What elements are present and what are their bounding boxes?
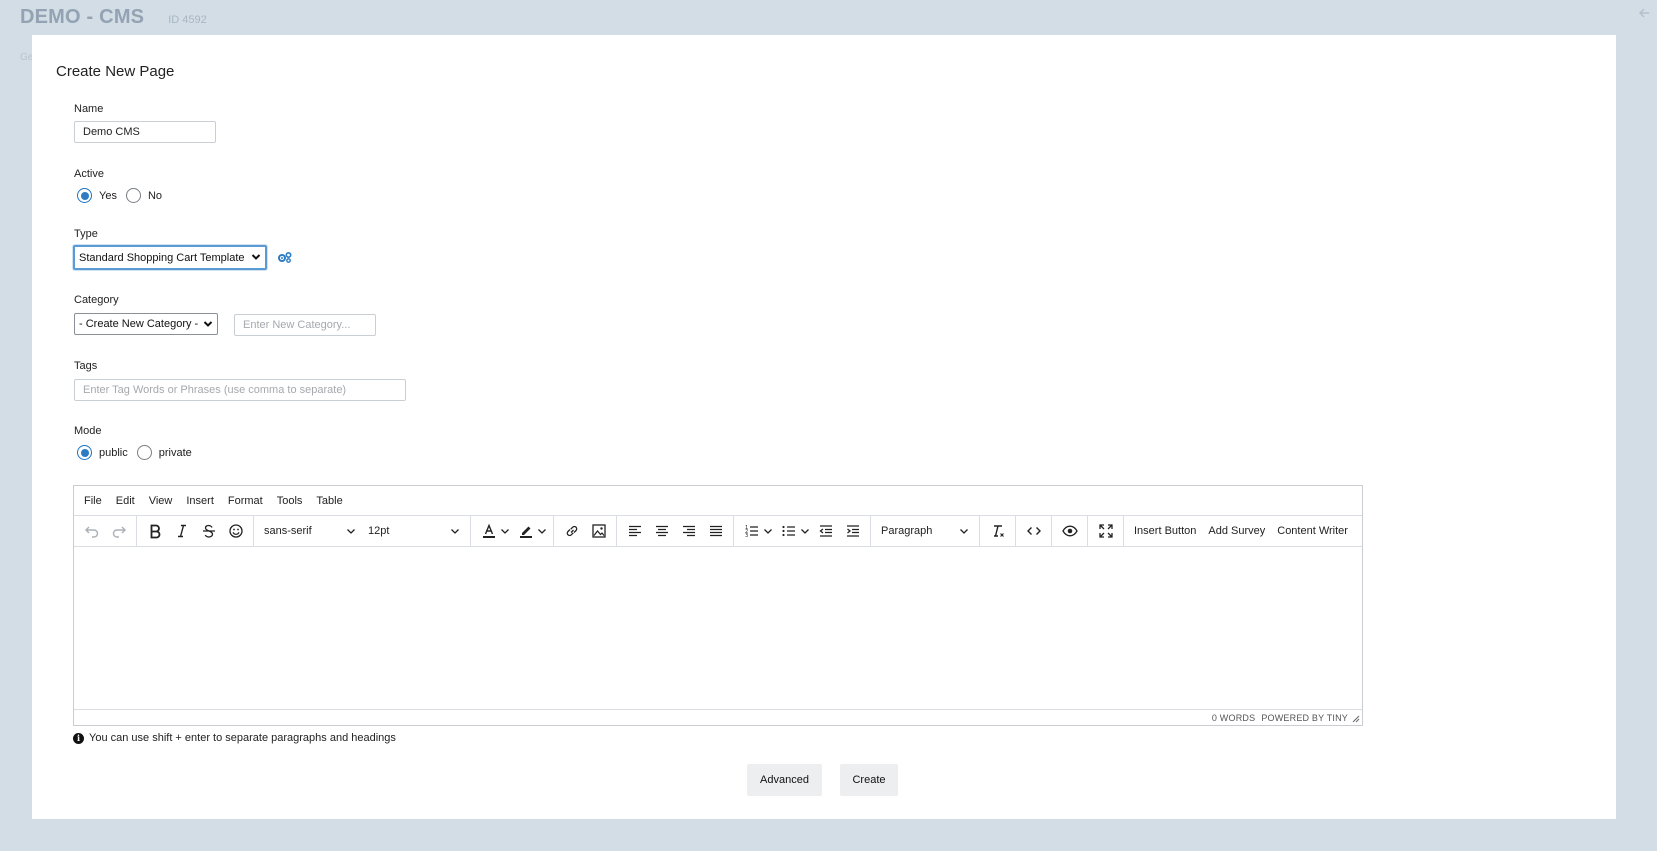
chevron-down-icon[interactable] xyxy=(537,526,547,536)
chevron-down-icon[interactable] xyxy=(800,526,810,536)
bullet-list-icon[interactable] xyxy=(775,519,802,543)
chevron-down-icon xyxy=(347,529,355,534)
active-no-label: No xyxy=(147,189,163,202)
insert-button-tool[interactable]: Insert Button xyxy=(1128,525,1202,537)
italic-icon[interactable] xyxy=(168,519,195,543)
add-survey-tool[interactable]: Add Survey xyxy=(1202,525,1271,537)
tags-label: Tags xyxy=(74,360,98,372)
type-label: Type xyxy=(74,228,98,240)
hint-text: You can use shift + enter to separate pa… xyxy=(89,732,396,744)
menu-insert[interactable]: Insert xyxy=(186,495,214,507)
text-color-icon[interactable] xyxy=(475,519,502,543)
name-input[interactable] xyxy=(74,121,216,143)
link-icon[interactable] xyxy=(558,519,585,543)
back-arrow-icon[interactable] xyxy=(1637,6,1651,20)
fullscreen-icon[interactable] xyxy=(1092,519,1119,543)
name-label: Name xyxy=(74,103,104,115)
editor-hint: i You can use shift + enter to separate … xyxy=(73,732,396,744)
category-select[interactable]: - Create New Category - xyxy=(74,313,218,335)
undo-icon[interactable] xyxy=(78,519,105,543)
chevron-down-icon[interactable] xyxy=(763,526,773,536)
mode-radio-group: public private xyxy=(77,445,201,460)
app-header: DEMO - CMS ID 4592 xyxy=(0,0,1657,34)
powered-by-tiny-link[interactable]: POWERED BY TINY xyxy=(1261,713,1348,723)
font-size-select[interactable]: 12pt xyxy=(362,519,466,543)
mode-private-radio[interactable] xyxy=(136,445,152,460)
app-title: DEMO - CMS xyxy=(20,5,145,28)
mode-public-label: public xyxy=(99,446,128,459)
highlight-color-split-button[interactable] xyxy=(512,519,549,543)
source-code-icon[interactable] xyxy=(1020,519,1047,543)
font-family-select[interactable]: sans-serif xyxy=(258,519,362,543)
word-count[interactable]: 0 WORDS xyxy=(1212,713,1255,723)
align-justify-icon[interactable] xyxy=(702,519,729,543)
chevron-down-icon xyxy=(451,529,459,534)
editor-content-area[interactable] xyxy=(74,547,1362,709)
numbered-list-split-button[interactable]: 123 xyxy=(738,519,775,543)
block-format-select[interactable]: Paragraph xyxy=(875,519,975,543)
align-left-icon[interactable] xyxy=(621,519,648,543)
clear-formatting-icon[interactable] xyxy=(984,519,1011,543)
chevron-down-icon xyxy=(251,254,261,260)
menu-tools[interactable]: Tools xyxy=(277,495,303,507)
mode-public-radio[interactable] xyxy=(77,445,92,460)
text-color-split-button[interactable] xyxy=(475,519,512,543)
bold-icon[interactable] xyxy=(141,519,168,543)
resize-handle-icon[interactable] xyxy=(1351,714,1360,723)
block-format-value: Paragraph xyxy=(881,525,933,537)
redo-icon[interactable] xyxy=(105,519,132,543)
gears-icon[interactable] xyxy=(277,251,293,263)
tags-input[interactable] xyxy=(74,379,406,401)
menu-edit[interactable]: Edit xyxy=(116,495,135,507)
create-button[interactable]: Create xyxy=(840,764,898,796)
numbered-list-icon[interactable]: 123 xyxy=(738,519,765,543)
editor-menubar: File Edit View Insert Format Tools Table xyxy=(74,486,1362,516)
menu-view[interactable]: View xyxy=(149,495,173,507)
active-yes-label: Yes xyxy=(99,189,117,202)
strikethrough-icon[interactable] xyxy=(195,519,222,543)
indent-icon[interactable] xyxy=(839,519,866,543)
active-yes-radio[interactable] xyxy=(77,188,92,203)
category-label: Category xyxy=(74,294,119,306)
editor-statusbar: 0 WORDS POWERED BY TINY xyxy=(74,709,1362,725)
content-writer-tool[interactable]: Content Writer xyxy=(1271,525,1354,537)
menu-file[interactable]: File xyxy=(84,495,102,507)
align-right-icon[interactable] xyxy=(675,519,702,543)
rich-text-editor: File Edit View Insert Format Tools Table… xyxy=(73,485,1363,726)
bullet-list-split-button[interactable] xyxy=(775,519,812,543)
highlighter-icon[interactable] xyxy=(512,519,539,543)
image-icon[interactable] xyxy=(585,519,612,543)
modal-title: Create New Page xyxy=(56,63,175,80)
type-select[interactable]: Standard Shopping Cart Template xyxy=(73,245,267,270)
outdent-icon[interactable] xyxy=(812,519,839,543)
menu-format[interactable]: Format xyxy=(228,495,263,507)
preview-eye-icon[interactable] xyxy=(1056,519,1083,543)
font-size-value: 12pt xyxy=(368,525,390,537)
emoji-icon[interactable] xyxy=(222,519,249,543)
info-icon: i xyxy=(73,732,84,744)
font-family-value: sans-serif xyxy=(264,525,312,537)
align-center-icon[interactable] xyxy=(648,519,675,543)
new-category-input[interactable] xyxy=(234,314,376,336)
advanced-button[interactable]: Advanced xyxy=(747,764,822,796)
active-no-radio[interactable] xyxy=(125,188,141,203)
svg-text:3: 3 xyxy=(745,533,748,539)
app-id: ID 4592 xyxy=(168,14,207,26)
mode-label: Mode xyxy=(74,425,102,437)
active-label: Active xyxy=(74,168,104,180)
chevron-down-icon[interactable] xyxy=(500,526,510,536)
chevron-down-icon xyxy=(960,529,968,534)
create-page-modal: Create New Page Name Active Yes No Type … xyxy=(32,35,1616,819)
mode-private-label: private xyxy=(158,446,192,459)
chevron-down-icon xyxy=(203,321,213,327)
type-select-value: Standard Shopping Cart Template xyxy=(79,251,245,264)
editor-toolbar: sans-serif 12pt 1 2 3 Paragraph Insert B… xyxy=(74,515,1362,547)
active-radio-group: Yes No xyxy=(77,188,171,203)
menu-table[interactable]: Table xyxy=(316,495,342,507)
category-select-value: - Create New Category - xyxy=(79,318,199,330)
